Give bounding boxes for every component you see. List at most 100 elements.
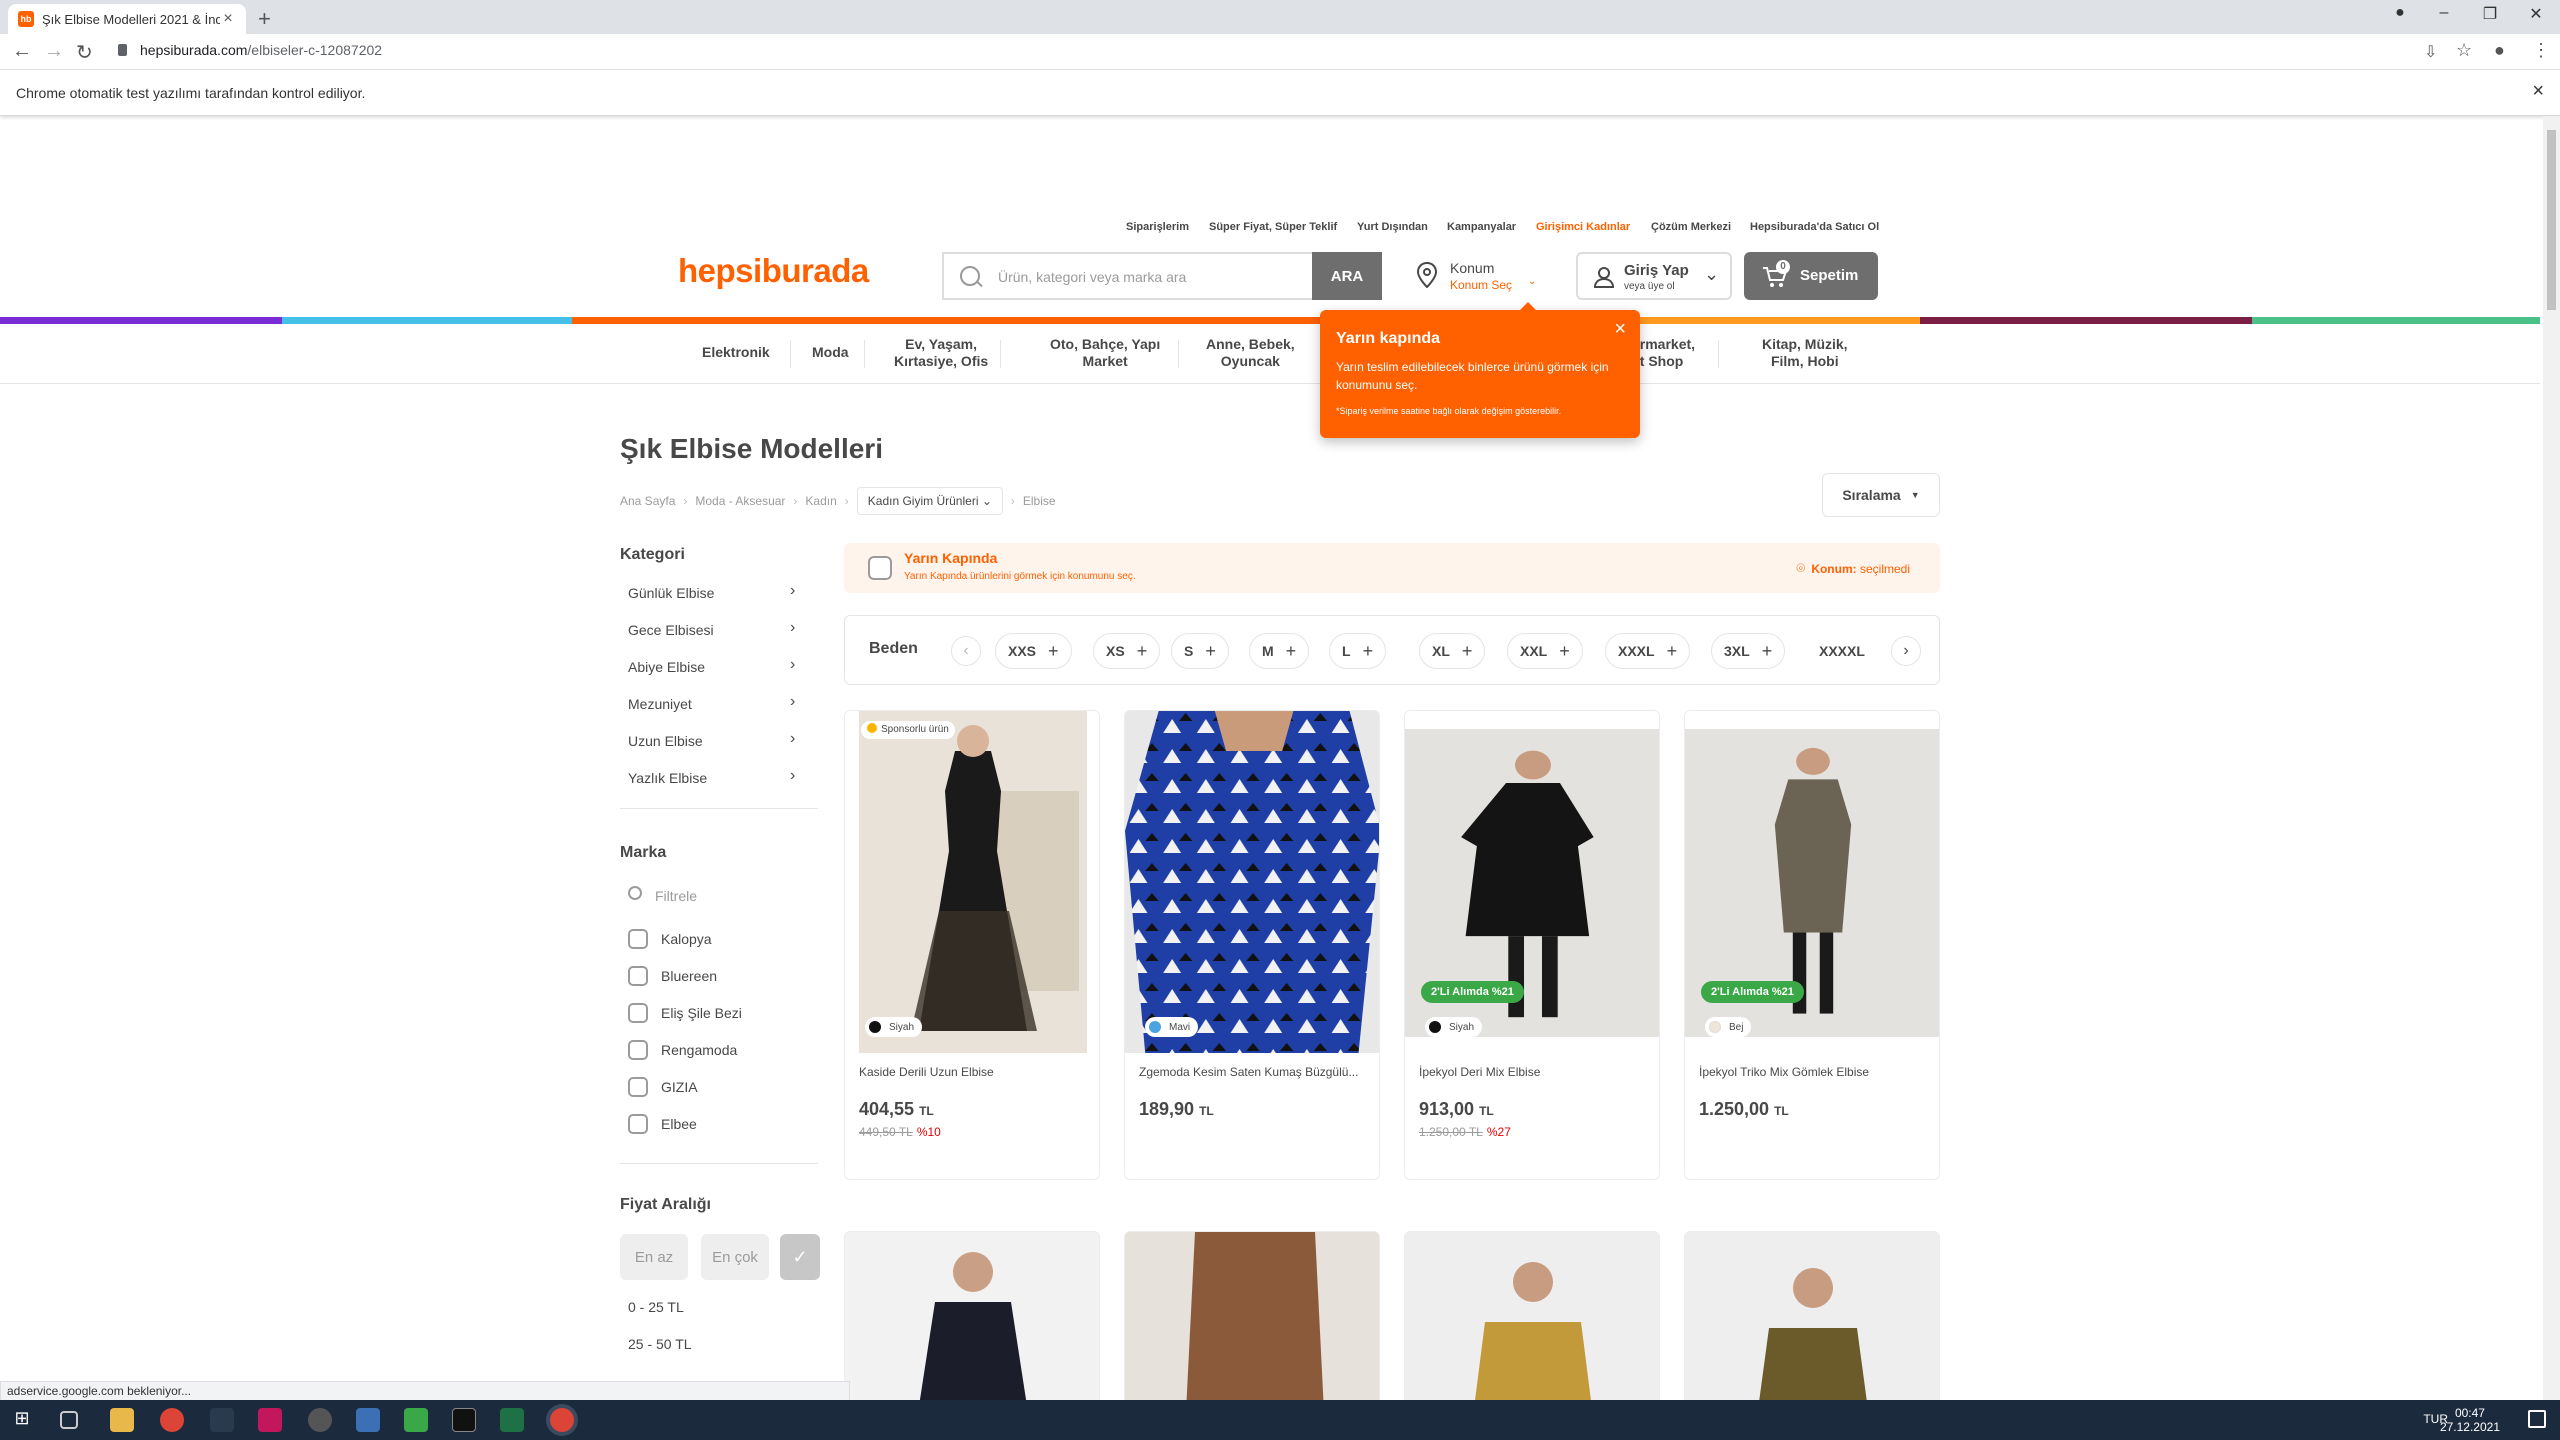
brand-filter-input[interactable]: Filtrele [655,888,697,904]
close-window-icon[interactable]: ✕ [2516,4,2556,24]
top-link-women-entrepreneurs[interactable]: Girişimci Kadınlar [1536,221,1630,233]
size-chip[interactable]: XXL + [1507,633,1583,669]
browser-tab[interactable]: hb Şık Elbise Modelleri 2021 & İndirimli… [8,4,246,34]
breadcrumb-fashion[interactable]: Moda - Aksesuar [695,494,785,508]
page-scrollbar[interactable] [2543,116,2560,1400]
brand-checkbox[interactable] [628,1003,648,1023]
search-input[interactable]: Ürün, kategori veya marka ara [942,252,1312,300]
terminal-icon[interactable] [452,1408,476,1432]
sidebar-item-summer-dress[interactable]: Yazlık Elbise [628,770,707,786]
sidebar-item-daily-dress[interactable]: Günlük Elbise [628,585,714,601]
top-link-abroad[interactable]: Yurt Dışından [1357,221,1428,233]
size-chip[interactable]: XXS + [995,633,1072,669]
back-icon[interactable]: ← [12,40,32,63]
popover-close-icon[interactable]: × [1614,318,1626,341]
settings-gear-icon[interactable] [308,1408,332,1432]
product-name[interactable]: Kaside Derili Uzun Elbise [859,1065,1087,1079]
install-icon[interactable]: ⇩ [2424,42,2437,62]
size-chip[interactable]: 3XL + [1711,633,1786,669]
profile-menu-icon[interactable]: ● [2380,4,2420,22]
size-chip[interactable]: XXXXL [1807,633,1877,669]
menu-dots-icon[interactable]: ⋮ [2532,40,2550,61]
new-tab-icon[interactable]: + [258,6,271,32]
top-link-solution-center[interactable]: Çözüm Merkezi [1651,221,1731,233]
sidebar-item-long-dress[interactable]: Uzun Elbise [628,733,703,749]
category-books[interactable]: Kitap, Müzik, Film, Hobi [1762,336,1848,370]
app-icon[interactable] [356,1408,380,1432]
size-chip[interactable]: XXXL + [1605,633,1691,669]
intellij-icon[interactable] [258,1408,282,1432]
restore-icon[interactable]: ❐ [2470,4,2510,24]
size-chip[interactable]: S + [1171,633,1229,669]
infobar-close-icon[interactable]: × [2532,80,2544,103]
product-name[interactable]: İpekyol Triko Mix Gömlek Elbise [1699,1065,1927,1079]
tomorrow-delivery-checkbox[interactable] [868,556,892,580]
file-explorer-icon[interactable] [110,1408,134,1432]
scrollbar-thumb[interactable] [2547,130,2556,310]
brand-checkbox[interactable] [628,1077,648,1097]
notifications-icon[interactable] [2528,1410,2546,1428]
product-card[interactable]: 2'Li Alımda %21 Bej İpekyol Triko Mix Gö… [1684,710,1940,1180]
top-link-orders[interactable]: Siparişlerim [1126,221,1189,233]
price-range-option[interactable]: 25 - 50 TL [628,1336,692,1352]
product-card[interactable]: Mavi Zgemoda Kesim Saten Kumaş Büzgülü..… [1124,710,1380,1180]
task-view-icon[interactable] [60,1411,78,1429]
breadcrumb-home[interactable]: Ana Sayfa [620,494,675,508]
price-apply-button[interactable]: ✓ [780,1234,820,1280]
size-scroll-right-button[interactable]: › [1891,636,1921,666]
product-name[interactable]: Zgemoda Kesim Saten Kumaş Büzgülü... [1139,1065,1367,1079]
chrome-active-icon[interactable] [550,1408,574,1432]
login-button[interactable]: Giriş Yap veya üye ol ⌄ [1576,252,1732,300]
price-max-input[interactable]: En çok [701,1234,769,1280]
brand-checkbox[interactable] [628,929,648,949]
sidebar-item-evening-dress[interactable]: Gece Elbisesi [628,622,714,638]
brand-checkbox[interactable] [628,966,648,986]
top-link-super-price[interactable]: Süper Fiyat, Süper Teklif [1209,221,1337,233]
size-chip[interactable]: L + [1329,633,1387,669]
size-scroll-left-button[interactable]: ‹ [951,636,981,666]
url-field[interactable]: hepsiburada.com/elbiseler-c-12087202 [140,42,382,58]
chrome-icon[interactable] [160,1408,184,1432]
breadcrumb-dropdown[interactable]: Kadın Giyim Ürünleri ⌄ [856,487,1003,515]
sort-dropdown[interactable]: Sıralama ▼ [1822,473,1940,517]
notepad-icon[interactable] [404,1408,428,1432]
category-home[interactable]: Ev, Yaşam, Kırtasiye, Ofis [894,336,988,370]
brand-checkbox[interactable] [628,1040,648,1060]
color-name: Siyah [1449,1021,1475,1033]
url-path: /elbiseler-c-12087202 [247,42,383,58]
category-electronics[interactable]: Elektronik [702,344,770,361]
hepsiburada-logo[interactable]: hepsiburada [678,252,869,290]
location-pin-icon [1416,262,1438,288]
minimize-icon[interactable]: – [2424,4,2464,22]
top-link-campaigns[interactable]: Kampanyalar [1447,221,1516,233]
sidebar-item-graduation[interactable]: Mezuniyet [628,696,692,712]
category-supermarket[interactable]: ermarket, et Shop [1632,336,1695,370]
product-card[interactable]: Sponsorlu ürün Siyah Kaside Derili Uzun … [844,710,1100,1180]
price-range-option[interactable]: 0 - 25 TL [628,1299,684,1315]
size-chip[interactable]: XS + [1093,633,1161,669]
size-chip[interactable]: XL + [1419,633,1486,669]
bookmark-star-icon[interactable]: ☆ [2456,40,2472,61]
product-card[interactable]: 2'Li Alımda %21 Siyah İpekyol Deri Mix E… [1404,710,1660,1180]
forward-icon[interactable]: → [44,40,64,63]
product-name[interactable]: İpekyol Deri Mix Elbise [1419,1065,1647,1079]
category-auto[interactable]: Oto, Bahçe, Yapı Market [1050,336,1160,370]
reload-icon[interactable]: ↻ [76,40,93,65]
app-icon[interactable] [210,1408,234,1432]
cart-button[interactable]: 0 Sepetim [1744,252,1878,300]
excel-icon[interactable] [500,1408,524,1432]
brand-checkbox[interactable] [628,1114,648,1134]
account-icon[interactable]: ● [2494,40,2505,61]
price-min-input[interactable]: En az [620,1234,688,1280]
top-link-become-seller[interactable]: Hepsiburada'da Satıcı Ol [1750,221,1879,233]
close-tab-icon[interactable]: × [220,10,236,28]
sidebar-item-abiye[interactable]: Abiye Elbise [628,659,705,675]
search-button[interactable]: ARA [1312,252,1382,300]
category-fashion[interactable]: Moda [812,344,849,361]
delivery-location[interactable]: ⌾ Konum: seçilmedi [1796,560,1910,577]
category-baby[interactable]: Anne, Bebek, Oyuncak [1206,336,1295,370]
windows-start-icon[interactable]: ⊞ [10,1408,34,1432]
clock[interactable]: 00:47 27.12.2021 [2440,1406,2500,1434]
breadcrumb-women[interactable]: Kadın [805,494,836,508]
size-chip[interactable]: M + [1249,633,1310,669]
